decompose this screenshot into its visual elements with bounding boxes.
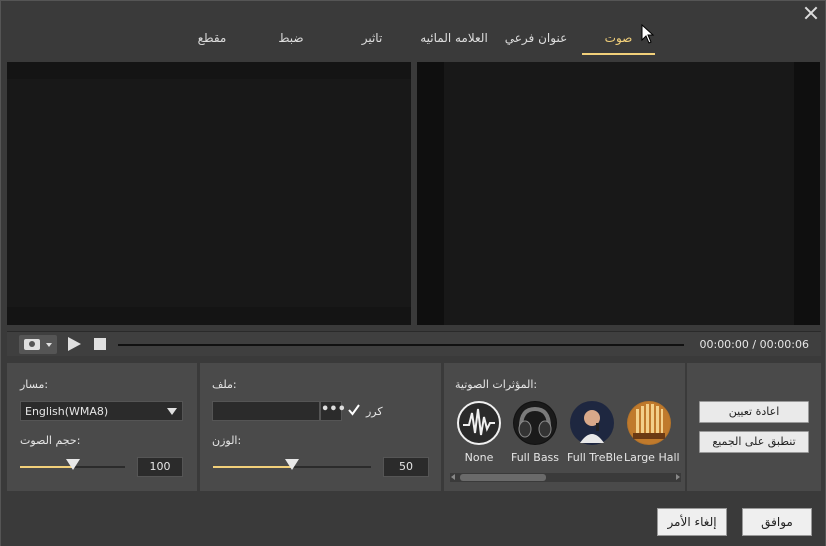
weight-label: الوزن: [212, 434, 242, 447]
time-readout: 00:00:00 / 00:00:06 [699, 338, 809, 351]
checkmark-icon [348, 404, 360, 416]
effects-scrollbar[interactable] [450, 473, 681, 482]
file-label: ملف: [212, 378, 237, 391]
actions-panel: اعادة تعيين تنطبق على الجميع [687, 363, 821, 491]
tab-subtitle[interactable]: عنوان فرعي [502, 31, 570, 55]
scroll-left-icon[interactable] [451, 474, 455, 480]
effect-none-label: None [464, 451, 494, 464]
singer-icon [570, 401, 614, 445]
loop-checkbox[interactable] [347, 403, 361, 417]
volume-label: حجم الصوت: [20, 434, 81, 447]
weight-value[interactable]: 50 [383, 457, 429, 477]
headphones-icon [513, 401, 557, 445]
effect-full-treble[interactable]: Full TreBle [567, 401, 623, 464]
track-panel: مسار: English(WMA8) حجم الصوت: 100 [7, 363, 197, 491]
close-icon[interactable] [803, 5, 819, 21]
tab-bar: مقطع ضبط تاثير العلامه المائيه عنوان فرع… [1, 27, 825, 57]
weight-slider-fill [213, 466, 292, 468]
effect-full-bass[interactable]: Full Bass [510, 401, 560, 464]
tab-effect[interactable]: تاثير [354, 31, 390, 55]
playback-controls: 00:00:00 / 00:00:06 [7, 331, 821, 356]
preview-area [1, 56, 825, 331]
audio-effects-panel: المؤثرات الصوتية: None Full Bass Full Tr… [444, 363, 685, 491]
cancel-button[interactable]: إلغاء الأمر [657, 508, 727, 536]
output-preview [417, 62, 820, 325]
mouse-cursor-icon [641, 23, 655, 47]
chevron-down-icon [167, 408, 177, 415]
play-icon[interactable] [68, 337, 81, 351]
weight-slider[interactable] [213, 459, 371, 470]
volume-value[interactable]: 100 [137, 457, 183, 477]
scroll-right-icon[interactable] [676, 474, 680, 480]
apply-to-all-button[interactable]: تنطبق على الجميع [699, 431, 809, 453]
chevron-down-icon [46, 343, 52, 347]
effect-none[interactable]: None [454, 401, 504, 464]
tab-clip[interactable]: مقطع [194, 31, 230, 55]
tab-adjust[interactable]: ضبط [273, 31, 309, 55]
effect-full-treble-label: Full TreBle [567, 451, 623, 464]
reset-button[interactable]: اعادة تعيين [699, 401, 809, 423]
active-tab-indicator [582, 53, 655, 55]
track-select[interactable]: English(WMA8) [20, 401, 183, 421]
volume-slider[interactable] [20, 459, 125, 470]
track-select-value: English(WMA8) [25, 405, 109, 418]
effect-large-hall[interactable]: Large Hall [624, 401, 680, 464]
playback-progress-bar[interactable] [118, 344, 684, 346]
file-path-field[interactable] [212, 401, 320, 421]
snapshot-button[interactable] [19, 335, 57, 354]
organ-hall-icon [627, 401, 671, 445]
audio-effects-title: المؤثرات الصوتية: [455, 378, 538, 391]
weight-slider-thumb[interactable] [285, 459, 299, 470]
camera-icon [24, 339, 40, 350]
audio-settings-dialog: مقطع ضبط تاثير العلامه المائيه عنوان فرع… [0, 0, 826, 546]
browse-button[interactable]: ••• [320, 401, 346, 421]
loop-label: كرر [366, 405, 383, 418]
original-preview [7, 62, 411, 325]
effects-scrollbar-thumb[interactable] [460, 474, 546, 481]
ok-button[interactable]: موافق [742, 508, 812, 536]
effect-large-hall-label: Large Hall [624, 451, 680, 464]
stop-icon[interactable] [94, 338, 106, 350]
effects-list: None Full Bass Full TreBle Large Hall [454, 401, 680, 471]
waveform-icon [457, 401, 501, 445]
tab-watermark[interactable]: العلامه المائيه [417, 31, 491, 55]
dialog-footer: إلغاء الأمر موافق [1, 497, 825, 546]
volume-slider-thumb[interactable] [66, 459, 80, 470]
effect-full-bass-label: Full Bass [510, 451, 560, 464]
file-panel: ملف: ••• كرر الوزن: 50 [200, 363, 441, 491]
track-label: مسار: [20, 378, 49, 391]
